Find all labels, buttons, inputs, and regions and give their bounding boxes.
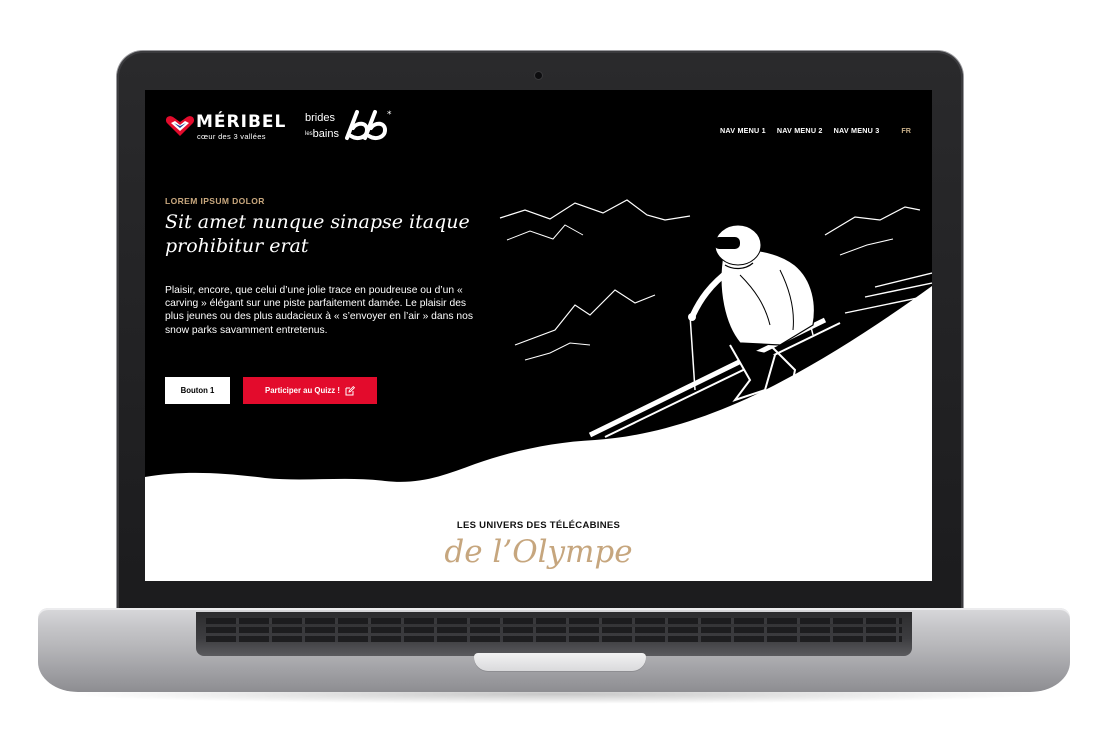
heart-icon bbox=[165, 116, 195, 136]
skier-illustration bbox=[499, 199, 932, 438]
main-nav: NAV MENU 1 NAV MENU 2 NAV MENU 3 FR bbox=[709, 126, 911, 135]
hero-eyebrow: LOREM IPSUM DOLOR bbox=[165, 196, 265, 206]
edit-icon bbox=[345, 385, 355, 395]
bains-word: lesbains bbox=[305, 128, 339, 140]
hero-title: Sit amet nunque sinapse itaque prohibitu… bbox=[165, 211, 470, 257]
quiz-button[interactable]: Participer au Quizz ! bbox=[243, 377, 377, 404]
section-kicker: LES UNIVERS DES TÉLÉCABINES bbox=[456, 520, 621, 531]
section-script-title: de l’Olympe bbox=[444, 534, 633, 570]
bouton-1-label: Bouton 1 bbox=[180, 386, 215, 395]
quiz-button-label: Participer au Quizz ! bbox=[265, 386, 340, 395]
meribel-tagline: cœur des 3 vallées bbox=[197, 132, 266, 141]
hero-body: Plaisir, encore, que celui d’une jolie t… bbox=[165, 285, 473, 336]
bouton-1-button[interactable]: Bouton 1 bbox=[165, 377, 230, 404]
nav-item-3[interactable]: NAV MENU 3 bbox=[834, 126, 880, 135]
meribel-wordmark: MÉRIBEL bbox=[196, 112, 287, 132]
meribel-logo[interactable]: MÉRIBEL cœur des 3 vallées bbox=[165, 111, 287, 141]
lid-notch bbox=[474, 653, 646, 671]
brides-word: brides bbox=[305, 112, 335, 124]
language-switcher[interactable]: FR bbox=[901, 126, 911, 135]
screen: MÉRIBEL cœur des 3 vallées brides lesbai… bbox=[145, 90, 932, 581]
camera-icon bbox=[535, 72, 542, 79]
svg-text:*: * bbox=[387, 110, 392, 120]
keyboard bbox=[196, 612, 912, 656]
bb-mark-icon: * bbox=[345, 110, 392, 140]
nav-item-2[interactable]: NAV MENU 2 bbox=[777, 126, 823, 135]
nav-item-1[interactable]: NAV MENU 1 bbox=[720, 126, 766, 135]
brides-les-bains-logo[interactable]: brides lesbains * bbox=[305, 108, 395, 148]
